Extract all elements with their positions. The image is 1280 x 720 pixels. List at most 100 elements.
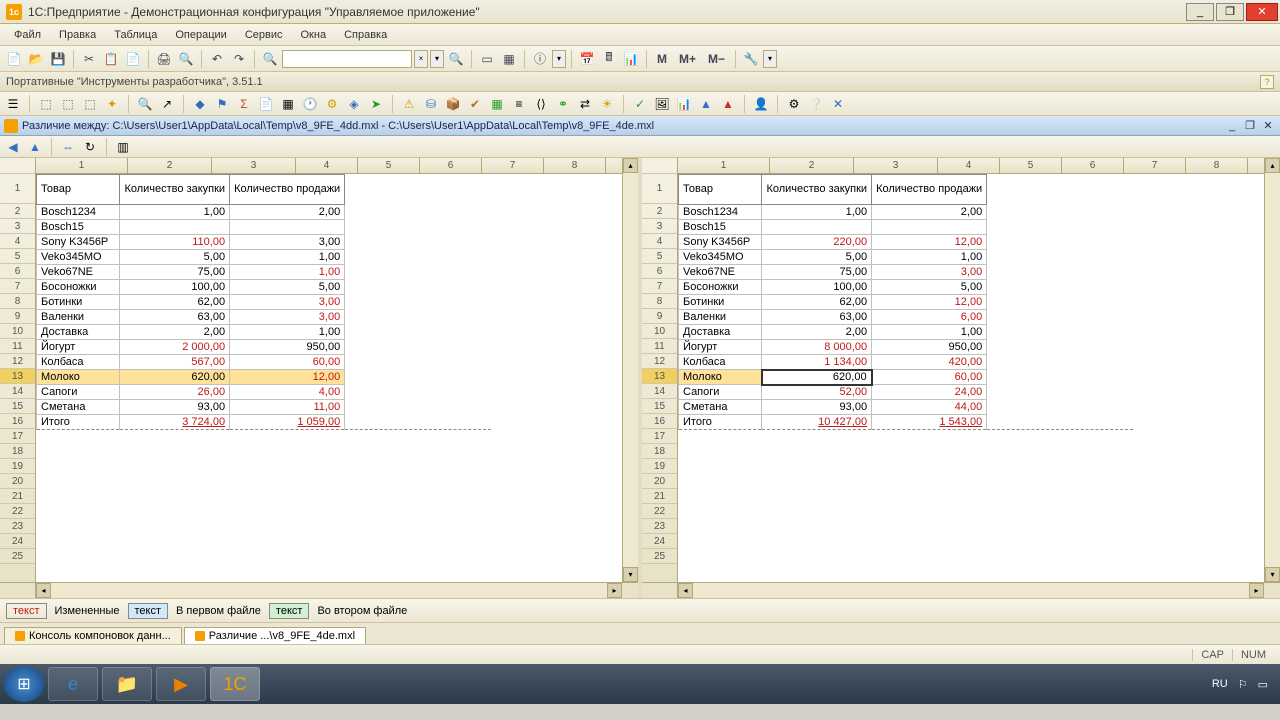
table-cell[interactable]: 5,00 [762,250,872,265]
table-cell[interactable]: Валенки [679,310,762,325]
row-number[interactable]: 1 [642,174,677,204]
search2-icon[interactable]: 🔍 [136,95,154,113]
check2-icon[interactable]: ✓ [631,95,649,113]
row-number[interactable]: 6 [0,264,35,279]
table-cell[interactable]: 75,00 [120,265,230,280]
horizontal-scrollbar[interactable]: ◂▸ [0,582,638,598]
row-number[interactable]: 7 [0,279,35,294]
table-cell[interactable]: Йогурт [679,340,762,355]
grid-icon[interactable]: ▦ [488,95,506,113]
table-cell[interactable]: 100,00 [762,280,872,295]
pic-icon[interactable]: 🖼 [653,95,671,113]
col-header[interactable]: 8 [544,158,606,173]
table-cell[interactable]: Bosch1234 [37,205,120,220]
doc-icon[interactable]: 📄 [257,95,275,113]
row-number[interactable]: 11 [0,339,35,354]
db2-icon[interactable]: ⛁ [422,95,440,113]
tri2-icon[interactable]: ▲ [719,95,737,113]
table-cell[interactable]: 93,00 [762,400,872,415]
table-cell[interactable]: 1 134,00 [762,355,872,370]
vertical-scrollbar[interactable]: ▴▾ [622,158,638,582]
table-cell[interactable]: Валенки [37,310,120,325]
db-icon-3[interactable]: ⬚ [81,95,99,113]
col-header[interactable]: 7 [1124,158,1186,173]
row-number[interactable]: 19 [0,459,35,474]
col-header[interactable]: 1 [678,158,770,173]
row-number[interactable]: 12 [642,354,677,369]
close-button[interactable]: ✕ [1246,3,1278,21]
row-number[interactable]: 22 [642,504,677,519]
user-icon[interactable]: 👤 [752,95,770,113]
row-number[interactable]: 11 [642,339,677,354]
new-icon[interactable]: 📄 [4,49,24,69]
table-cell[interactable]: Сапоги [679,385,762,400]
col-header[interactable]: 5 [1000,158,1062,173]
table-cell[interactable]: 6,00 [872,310,987,325]
table-cell[interactable]: 44,00 [872,400,987,415]
table-cell[interactable]: Молоко [37,370,120,385]
search-icon[interactable]: 🔍 [260,49,280,69]
table-cell[interactable]: Доставка [37,325,120,340]
table-cell[interactable]: Итого [37,415,120,430]
table-cell[interactable]: 63,00 [120,310,230,325]
table-cell[interactable]: 4,00 [230,385,345,400]
row-number[interactable]: 17 [0,429,35,444]
table-cell[interactable]: Ботинки [679,295,762,310]
search-input[interactable] [282,50,412,68]
close2-icon[interactable]: ✕ [829,95,847,113]
nav-left-icon[interactable]: ◀ [4,138,22,156]
nav-ruler-icon[interactable]: ▥ [114,138,132,156]
table-cell[interactable]: 5,00 [872,280,987,295]
col-header[interactable]: 4 [938,158,1000,173]
tool-icon-2[interactable]: ▦ [499,49,519,69]
col-header[interactable]: 2 [770,158,854,173]
taskbar-media[interactable]: ▶ [156,667,206,701]
flag-icon[interactable]: ⚑ [213,95,231,113]
taskbar-explorer[interactable]: 📁 [102,667,152,701]
table-cell[interactable]: Итого [679,415,762,430]
table-cell[interactable]: 3 724,00 [120,415,230,430]
table-cell[interactable]: 567,00 [120,355,230,370]
col-header[interactable]: 5 [358,158,420,173]
table-cell[interactable]: Йогурт [37,340,120,355]
menu-table[interactable]: Таблица [106,27,165,43]
row-number[interactable]: 17 [642,429,677,444]
doc-close-button[interactable]: ✕ [1260,119,1276,133]
row-number[interactable]: 23 [0,519,35,534]
tri-icon[interactable]: ▲ [697,95,715,113]
row-number[interactable]: 2 [0,204,35,219]
col-header[interactable]: 8 [1186,158,1248,173]
table-cell[interactable] [762,220,872,235]
table-cell[interactable]: Sony K3456P [679,235,762,250]
taskbar-1c[interactable]: 1C [210,667,260,701]
doc-restore-button[interactable]: ❐ [1242,119,1258,133]
check-icon[interactable]: ✔ [466,95,484,113]
table-cell[interactable]: 220,00 [762,235,872,250]
link-icon[interactable]: ⚭ [554,95,572,113]
table-cell[interactable]: 3,00 [230,295,345,310]
preview-icon[interactable]: 🔍 [176,49,196,69]
undo-icon[interactable]: ↶ [207,49,227,69]
row-number[interactable]: 5 [642,249,677,264]
menu-windows[interactable]: Окна [293,27,335,43]
row-number[interactable]: 20 [642,474,677,489]
table-cell[interactable]: 1,00 [230,265,345,280]
row-number[interactable]: 19 [642,459,677,474]
row-number[interactable]: 8 [642,294,677,309]
row-number[interactable]: 13 [0,369,35,384]
arrow-icon[interactable]: ➤ [367,95,385,113]
table-cell[interactable]: Veko345MO [37,250,120,265]
row-number[interactable]: 2 [642,204,677,219]
search-clear-button[interactable]: × [414,50,428,68]
table-cell[interactable]: 100,00 [120,280,230,295]
tray-flag-icon[interactable]: ⚐ [1238,678,1248,691]
list-icon[interactable]: ☰ [4,95,22,113]
table-cell[interactable]: 2,00 [872,205,987,220]
row-number[interactable]: 3 [642,219,677,234]
table-cell[interactable]: 620,00 [762,370,872,385]
table-cell[interactable]: Сметана [37,400,120,415]
help-icon[interactable]: ❔ [807,95,825,113]
table-cell[interactable]: Bosch15 [37,220,120,235]
paste-icon[interactable]: 📄 [123,49,143,69]
table-cell[interactable]: Молоко [679,370,762,385]
